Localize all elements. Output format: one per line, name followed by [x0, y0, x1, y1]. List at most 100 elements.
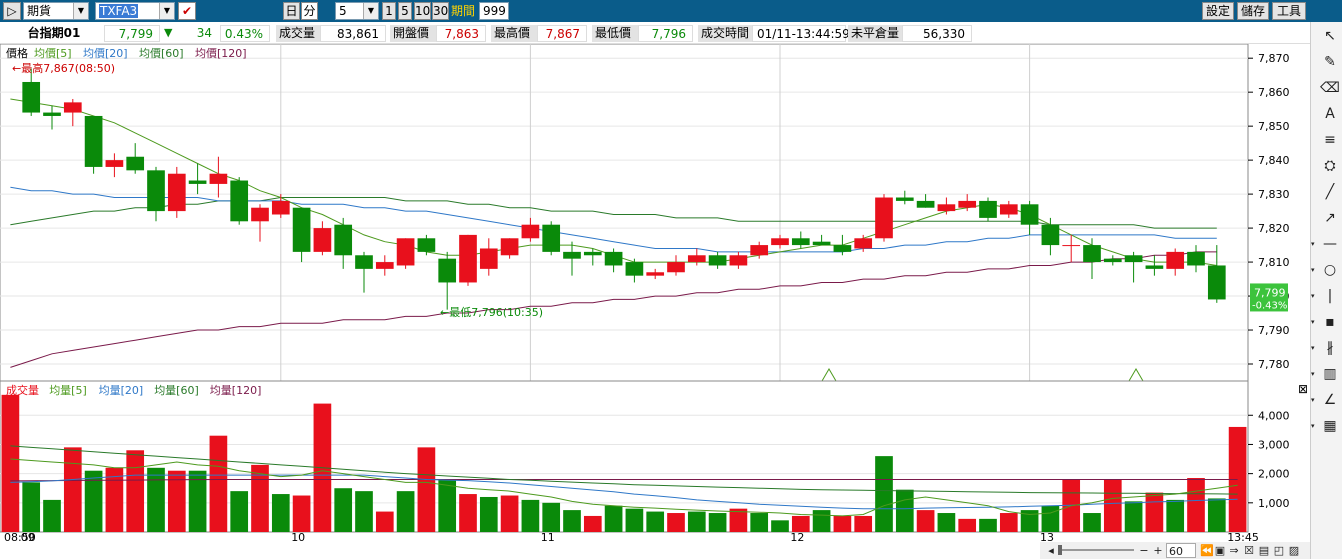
volume-bar — [292, 495, 311, 532]
interval-10-button[interactable]: 10 — [414, 2, 431, 20]
candle-body — [167, 173, 186, 212]
volume-bar — [1, 394, 20, 532]
volume-bar — [583, 515, 602, 532]
candle-body — [105, 160, 124, 167]
volume-bar — [22, 482, 41, 532]
volume-tick-label: 1,000 — [1258, 497, 1290, 510]
marker-icon[interactable]: ▪ — [1319, 312, 1341, 332]
candle-body — [396, 238, 415, 266]
interval-select[interactable]: 5 ▼ — [335, 2, 379, 20]
arrow-icon[interactable]: ↗ — [1319, 208, 1341, 228]
volume-bar — [812, 510, 831, 532]
price-tick-label: 7,860 — [1258, 86, 1290, 99]
tools-button[interactable]: 工具 — [1272, 2, 1306, 20]
cursor-icon[interactable]: ↖ — [1319, 26, 1341, 46]
rewind-icon[interactable]: ⏪ — [1200, 543, 1214, 558]
period-input[interactable]: 999 — [479, 2, 509, 20]
fan-icon[interactable]: ∦ — [1319, 338, 1341, 358]
volume-tick-label: 2,000 — [1258, 468, 1290, 481]
next-icon[interactable]: ⇒ — [1228, 543, 1240, 558]
price-legend-item: 均價[120] — [195, 46, 247, 60]
candle-body — [230, 180, 249, 222]
circle-icon[interactable]: ○ — [1319, 260, 1341, 280]
zoom-out-button[interactable]: − — [1138, 543, 1150, 558]
low-annotation: ←最低7,796(10:35) — [440, 306, 543, 319]
bottom-controls: ◂ − + 60 ⏪ ▣ ⇒ ☒ ▤ ◰ ▨ — [1040, 542, 1310, 559]
day-unit-button[interactable]: 日 — [283, 2, 300, 20]
interval-5-button[interactable]: 5 — [398, 2, 412, 20]
vertical-icon[interactable]: | — [1319, 286, 1341, 306]
fib-icon[interactable]: ⛭ — [1319, 156, 1341, 176]
eraser-icon[interactable]: ⌫ — [1319, 78, 1341, 98]
hline-icon[interactable]: ≡ — [1319, 130, 1341, 150]
period-label: 期間 — [451, 4, 476, 18]
volume-bar — [1083, 513, 1101, 532]
price-tick-label: 7,830 — [1258, 188, 1290, 201]
save-box-icon[interactable]: ▤ — [1258, 543, 1270, 558]
angle-icon[interactable]: ∠ — [1319, 390, 1341, 410]
grid-icon[interactable]: ▦ — [1319, 416, 1341, 436]
candle-body — [667, 262, 685, 273]
zoom-in-button[interactable]: + — [1152, 543, 1164, 558]
candle-body — [1083, 245, 1101, 263]
candle-body — [583, 251, 602, 256]
bar-count-input[interactable]: 60 — [1166, 543, 1196, 558]
volume-bar — [459, 494, 477, 532]
settings-button[interactable]: 設定 — [1202, 2, 1234, 20]
dropdown-arrow-icon[interactable]: ▾ — [1311, 390, 1319, 410]
picture-box-icon[interactable]: ▨ — [1288, 543, 1300, 558]
price-legend-item: 價格 — [6, 46, 28, 60]
dropdown-arrow-icon[interactable]: ▾ — [1311, 286, 1319, 306]
volume-tick-label: 3,000 — [1258, 438, 1290, 451]
low-value: 7,796 — [638, 25, 693, 42]
stop-icon[interactable]: ▣ — [1214, 543, 1226, 558]
candle-body — [625, 262, 644, 276]
high-label: 最高價 — [491, 25, 537, 42]
pencil-icon[interactable]: ✎ — [1319, 52, 1341, 72]
dropdown-arrow-icon[interactable]: ▾ — [1311, 364, 1319, 384]
volume-legend-item: 均量[20] — [99, 384, 144, 397]
save-button[interactable]: 儲存 — [1237, 2, 1269, 20]
interval-30-button[interactable]: 30 — [432, 2, 449, 20]
close-pane-icon[interactable]: ⊠ — [1298, 382, 1308, 396]
open-interest-value: 56,330 — [902, 25, 972, 42]
dropdown-arrow-icon[interactable]: ▾ — [1311, 312, 1319, 332]
time-axis-label: 10 — [291, 531, 305, 542]
scroll-thumb[interactable] — [1058, 545, 1062, 555]
check-toggle[interactable]: ✔ — [178, 2, 196, 20]
candle-body — [271, 200, 290, 215]
chevron-down-icon: ▼ — [159, 3, 174, 19]
candle-body — [43, 112, 61, 116]
candle-body — [999, 204, 1018, 215]
text-icon[interactable]: A — [1319, 104, 1341, 124]
market-select[interactable]: 期貨 ▼ — [23, 2, 89, 20]
volume-bar — [126, 450, 145, 532]
high-value: 7,867 — [537, 25, 587, 42]
price-tick-label: 7,780 — [1258, 358, 1290, 371]
symbol-select[interactable]: TXFA3 ▼ — [95, 2, 175, 20]
volume-value: 83,861 — [320, 25, 386, 42]
volume-bar — [1207, 498, 1226, 532]
time-axis-label: 11 — [541, 531, 555, 542]
horizontal-icon[interactable]: — — [1319, 234, 1341, 254]
dropdown-arrow-icon[interactable]: ▾ — [1311, 260, 1319, 280]
last-price: 7,799 — [104, 25, 160, 42]
channel-icon[interactable]: ▥ — [1319, 364, 1341, 384]
play-button[interactable]: ▷ — [3, 2, 21, 20]
candle-body — [854, 238, 873, 249]
price-tick-label: 7,850 — [1258, 120, 1290, 133]
dropdown-arrow-icon[interactable]: ▾ — [1311, 338, 1319, 358]
volume-bar — [1041, 505, 1060, 532]
chart-box-icon[interactable]: ◰ — [1273, 543, 1285, 558]
line-icon[interactable]: ╱ — [1319, 182, 1341, 202]
interval-1-button[interactable]: 1 — [382, 2, 396, 20]
scroll-left-icon[interactable]: ◂ — [1046, 543, 1056, 558]
candle-body — [251, 207, 269, 222]
min-unit-button[interactable]: 分 — [301, 2, 318, 20]
candle-body — [63, 102, 82, 113]
dropdown-arrow-icon[interactable]: ▾ — [1311, 234, 1319, 254]
close-box-icon[interactable]: ☒ — [1243, 543, 1255, 558]
dropdown-arrow-icon[interactable]: ▾ — [1311, 416, 1319, 436]
volume-bar — [771, 520, 789, 532]
scroll-track[interactable] — [1058, 549, 1134, 551]
